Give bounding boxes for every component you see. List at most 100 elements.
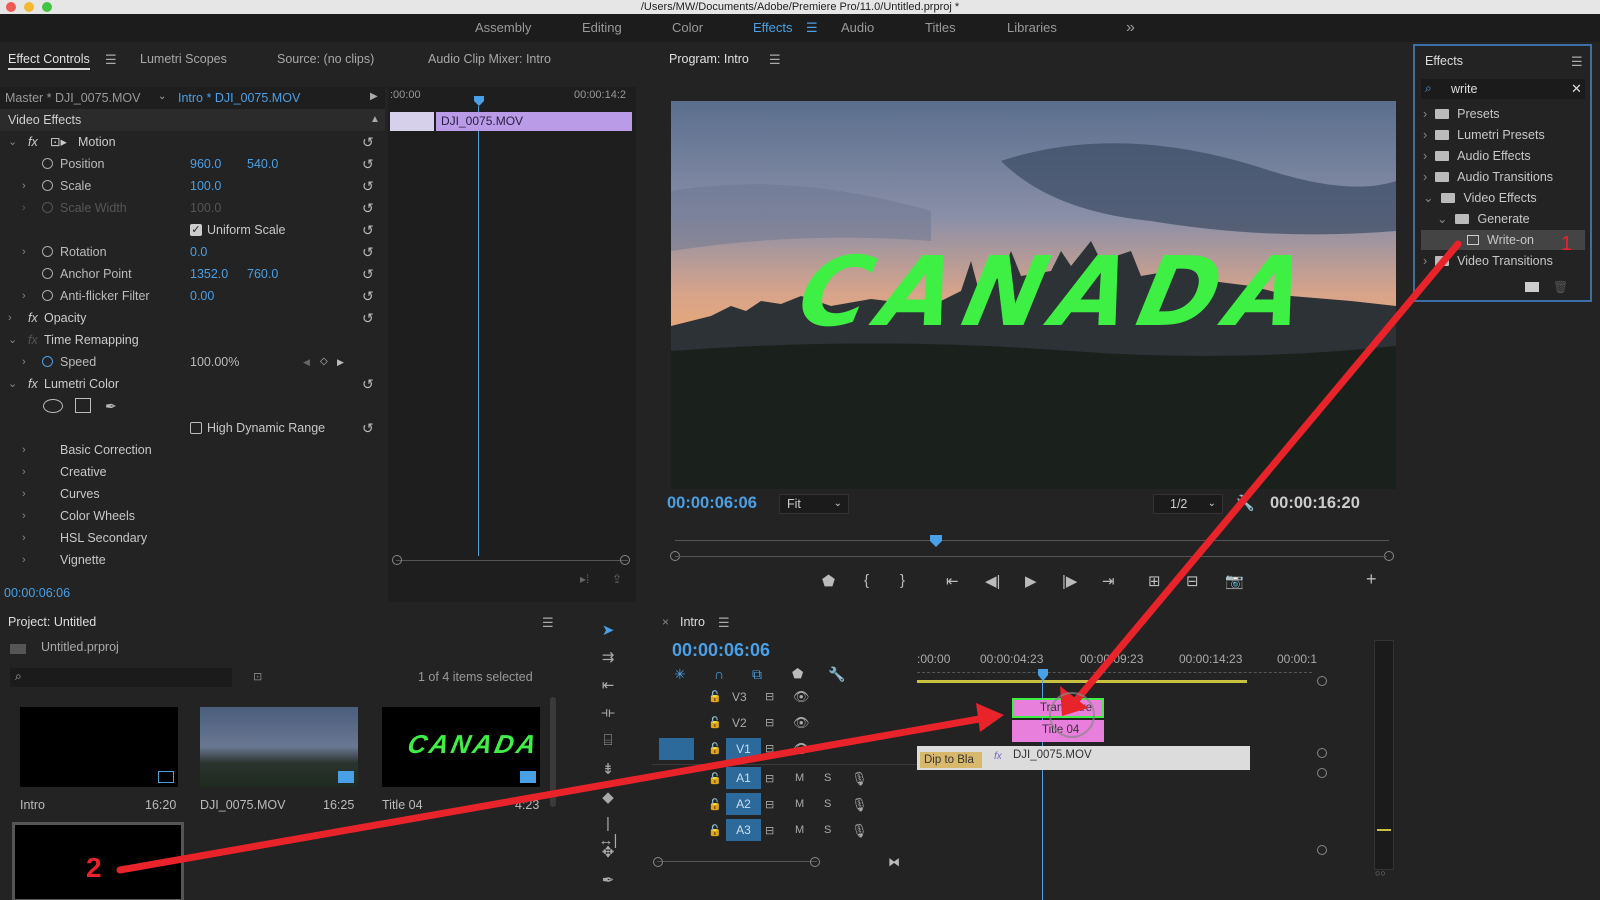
- lock-icon[interactable]: 🔓: [708, 742, 722, 755]
- next-keyframe-icon[interactable]: ▶: [337, 351, 344, 373]
- eye-icon[interactable]: 👁: [793, 741, 810, 757]
- mute-button[interactable]: M: [795, 772, 804, 784]
- chevron-right-icon[interactable]: ›: [22, 439, 26, 461]
- sync-lock-icon[interactable]: ⊟: [765, 772, 774, 785]
- stopwatch-icon[interactable]: [42, 158, 53, 169]
- scroll-handle[interactable]: [1317, 768, 1327, 778]
- reset-icon[interactable]: ↺: [362, 153, 374, 175]
- panel-menu-icon[interactable]: ☰: [542, 615, 554, 631]
- chevron-right-icon[interactable]: ›: [22, 175, 26, 197]
- workspace-editing[interactable]: Editing: [582, 14, 622, 42]
- sync-lock-icon[interactable]: ⊟: [765, 690, 774, 703]
- effects-tree-lumetri-presets[interactable]: › Lumetri Presets: [1423, 125, 1545, 145]
- close-window-button[interactable]: [6, 2, 16, 12]
- reset-icon[interactable]: ↺: [362, 417, 374, 439]
- tab-effect-controls[interactable]: Effect Controls: [8, 52, 90, 70]
- solo-button[interactable]: S: [824, 772, 831, 784]
- lock-icon[interactable]: 🔓: [708, 824, 722, 837]
- effects-tree-audio-transitions[interactable]: › Audio Transitions: [1423, 167, 1553, 187]
- stopwatch-icon[interactable]: [42, 290, 53, 301]
- stopwatch-icon[interactable]: [42, 356, 53, 367]
- lumetri-curves-row[interactable]: › Curves: [0, 483, 385, 505]
- scroll-handle[interactable]: [1317, 748, 1327, 758]
- stopwatch-icon[interactable]: [42, 246, 53, 257]
- tab-source[interactable]: Source: (no clips): [277, 52, 374, 66]
- type-tool-icon[interactable]: ✒: [598, 871, 618, 889]
- effects-tree-generate[interactable]: ⌄ Generate: [1437, 209, 1530, 229]
- transition-dip[interactable]: Dip to Bla: [920, 752, 982, 768]
- program-scrubber[interactable]: [675, 540, 1389, 544]
- time-remapping-row[interactable]: ⌄ fx Time Remapping: [0, 329, 385, 351]
- button-editor-icon[interactable]: +: [1366, 569, 1377, 590]
- sync-lock-icon[interactable]: ⊟: [765, 716, 774, 729]
- reset-icon[interactable]: ↺: [362, 131, 374, 153]
- chevron-down-icon[interactable]: ⌄: [8, 329, 17, 351]
- linked-selection-icon[interactable]: ⧉: [752, 666, 762, 683]
- anchor-y-value[interactable]: 760.0: [247, 263, 278, 285]
- add-keyframe-icon[interactable]: ◇: [320, 351, 328, 373]
- microphone-icon[interactable]: 🎙: [851, 823, 868, 839]
- reset-icon[interactable]: ↺: [362, 373, 374, 395]
- lumetri-wheels-row[interactable]: › Color Wheels: [0, 505, 385, 527]
- tab-lumetri-scopes[interactable]: Lumetri Scopes: [140, 52, 227, 66]
- workspace-effects[interactable]: Effects: [753, 14, 793, 42]
- stopwatch-icon[interactable]: [42, 268, 53, 279]
- hdr-checkbox[interactable]: [190, 422, 202, 434]
- mark-out-icon[interactable]: }: [900, 572, 905, 589]
- chevron-right-icon[interactable]: ›: [22, 241, 26, 263]
- effect-controls-timeline[interactable]: [388, 87, 636, 602]
- clear-search-icon[interactable]: ✕: [1571, 81, 1582, 97]
- ec-scrollbar[interactable]: [396, 560, 628, 561]
- ec-scroll-left-handle[interactable]: [392, 555, 402, 565]
- uniform-scale-checkbox[interactable]: ✓: [190, 224, 202, 236]
- nest-toggle-icon[interactable]: ✳: [674, 666, 686, 683]
- mute-button[interactable]: M: [795, 798, 804, 810]
- effects-tree-video-effects[interactable]: ⌄ Video Effects: [1423, 188, 1537, 208]
- scale-value[interactable]: 100.0: [190, 175, 221, 197]
- panel-menu-icon[interactable]: ☰: [718, 615, 730, 631]
- selection-tool-icon[interactable]: ➤: [598, 621, 618, 639]
- workspace-menu-icon[interactable]: ☰: [806, 14, 818, 42]
- chevron-right-icon[interactable]: ›: [22, 461, 26, 483]
- new-bin-icon[interactable]: [1525, 282, 1539, 292]
- effects-tree-audio-effects[interactable]: › Audio Effects: [1423, 146, 1531, 166]
- timeline-timecode[interactable]: 00:00:06:06: [672, 640, 770, 661]
- workspace-color[interactable]: Color: [672, 14, 703, 42]
- prev-keyframe-icon[interactable]: ◀: [303, 351, 310, 373]
- timeline-h-scrollbar[interactable]: [657, 861, 817, 862]
- zoom-window-button[interactable]: [42, 2, 52, 12]
- timeline-settings-icon[interactable]: 🔧: [828, 666, 845, 683]
- opacity-row[interactable]: › fx Opacity ↺: [0, 307, 385, 329]
- chevron-right-icon[interactable]: ›: [22, 285, 26, 307]
- wrench-icon[interactable]: 🔧: [1236, 494, 1255, 512]
- go-to-in-icon[interactable]: ⇤: [946, 572, 959, 590]
- chevron-right-icon[interactable]: ›: [22, 351, 26, 373]
- track-label-a1[interactable]: A1: [726, 767, 761, 789]
- resolution-dropdown[interactable]: 1/2 ⌄: [1153, 494, 1223, 514]
- clip-bar[interactable]: DJI_0075.MOV: [436, 112, 632, 131]
- snap-icon[interactable]: ∩: [714, 666, 724, 682]
- chevron-right-icon[interactable]: ›: [22, 549, 26, 571]
- track-label-v2[interactable]: V2: [732, 716, 747, 730]
- lumetri-vignette-row[interactable]: › Vignette: [0, 549, 385, 571]
- effects-title[interactable]: Effects: [1425, 54, 1463, 68]
- reset-icon[interactable]: ↺: [362, 241, 374, 263]
- stopwatch-icon[interactable]: [42, 180, 53, 191]
- new-search-bin-icon[interactable]: ⊡: [253, 670, 262, 683]
- extract-icon[interactable]: ⊟: [1186, 572, 1199, 590]
- workspace-audio[interactable]: Audio: [841, 14, 874, 42]
- lumetri-color-row[interactable]: ⌄ fx Lumetri Color ↺: [0, 373, 385, 395]
- program-title[interactable]: Program: Intro: [669, 52, 749, 68]
- sequence-clip-label[interactable]: Intro * DJI_0075.MOV: [178, 91, 300, 105]
- lumetri-hsl-row[interactable]: › HSL Secondary: [0, 527, 385, 549]
- track-label-v3[interactable]: V3: [732, 690, 747, 704]
- sync-lock-icon[interactable]: ⊟: [765, 824, 774, 837]
- fx-icon[interactable]: fx: [28, 131, 38, 153]
- ec-scroll-right-handle[interactable]: [620, 555, 630, 565]
- microphone-icon[interactable]: 🎙: [851, 771, 868, 787]
- pen-mask-icon[interactable]: ✒: [105, 395, 117, 417]
- chevron-right-icon[interactable]: ›: [22, 505, 26, 527]
- go-to-out-icon[interactable]: ⇥: [1102, 572, 1115, 590]
- collapse-up-icon[interactable]: ▲: [370, 109, 380, 131]
- step-forward-icon[interactable]: |▶: [1062, 572, 1077, 590]
